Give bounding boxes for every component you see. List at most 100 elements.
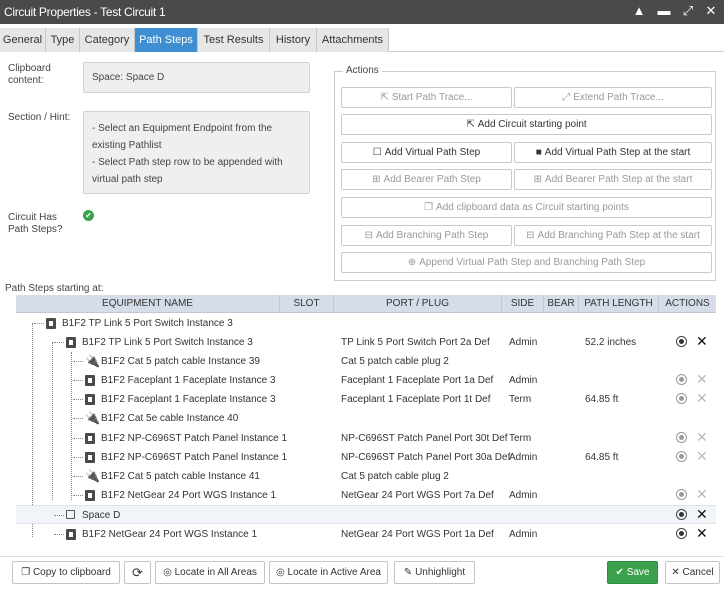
device-icon bbox=[85, 452, 95, 463]
port-cell: Faceplant 1 Faceplate Port 1a Def bbox=[341, 375, 494, 386]
port-cell: NP-C696ST Patch Panel Port 30t Def bbox=[341, 433, 508, 444]
column-slot[interactable]: SLOT bbox=[280, 295, 334, 313]
device-icon bbox=[66, 529, 76, 540]
table-row[interactable]: B1F2 TP Link 5 Port Switch Instance 3 bbox=[16, 314, 716, 333]
column-port-plug[interactable]: PORT / PLUG bbox=[334, 295, 502, 313]
table-row[interactable]: B1F2 Faceplant 1 Faceplate Instance 3 Fac… bbox=[16, 390, 716, 409]
path-steps-label: Path Steps starting at: bbox=[5, 283, 104, 294]
square-outline-icon: ☐ bbox=[372, 147, 382, 158]
check-circle-icon: ✔ bbox=[83, 210, 94, 221]
has-path-steps-label: Circuit Has Path Steps? bbox=[8, 212, 63, 235]
delete-icon[interactable]: ✕ bbox=[696, 526, 708, 541]
tab-test-results[interactable]: Test Results bbox=[198, 28, 270, 52]
add-circuit-starting-point-button[interactable]: ⇱ Add Circuit starting point bbox=[341, 114, 712, 135]
cancel-button[interactable]: ✕ Cancel bbox=[665, 561, 720, 584]
unhighlight-button[interactable]: ✎ Unhighlight bbox=[394, 561, 475, 584]
table-row[interactable]: B1F2 Faceplant 1 Faceplate Instance 3 Fac… bbox=[16, 371, 716, 390]
table-row[interactable]: B1F2 NP-C696ST Patch Panel Instance 1 NP-… bbox=[16, 448, 716, 467]
window-title: Circuit Properties - Test Circuit 1 bbox=[4, 5, 166, 19]
clipboard-icon: ❐ bbox=[424, 202, 434, 213]
equipment-name-cell: B1F2 NetGear 24 Port WGS Instance 1 bbox=[101, 490, 277, 501]
table-row[interactable]: 🔌 B1F2 Cat 5e cable Instance 40 bbox=[16, 409, 716, 428]
table-row[interactable]: 🔌 B1F2 Cat 5 patch cable Instance 39 Cat 5… bbox=[16, 352, 716, 371]
column-side[interactable]: SIDE bbox=[502, 295, 544, 313]
delete-icon[interactable]: ✕ bbox=[696, 487, 708, 502]
table-row[interactable]: B1F2 NetGear 24 Port WGS Instance 1 NetGe… bbox=[16, 525, 716, 544]
locate-icon[interactable] bbox=[676, 336, 687, 347]
column-bearer[interactable]: BEAR bbox=[544, 295, 579, 313]
tab-attachments[interactable]: Attachments bbox=[317, 28, 389, 52]
tree-connector bbox=[73, 438, 83, 439]
close-icon[interactable]: ✕ bbox=[703, 3, 719, 19]
column-path-length[interactable]: PATH LENGTH bbox=[579, 295, 659, 313]
minus-square-icon: ⊟ bbox=[364, 230, 374, 241]
tree-connector bbox=[73, 457, 83, 458]
locate-icon[interactable] bbox=[676, 451, 687, 462]
tab-history[interactable]: History bbox=[270, 28, 317, 52]
device-icon bbox=[85, 433, 95, 444]
clipboard-label: Clipboard content: bbox=[8, 63, 51, 86]
refresh-button[interactable]: ⟳ bbox=[124, 561, 151, 584]
port-cell: NetGear 24 Port WGS Port 7a Def bbox=[341, 490, 494, 501]
refresh-icon: ⟳ bbox=[132, 565, 143, 580]
grid-header: EQUIPMENT NAME SLOT PORT / PLUG SIDE BEA… bbox=[16, 295, 716, 313]
tab-category[interactable]: Category bbox=[80, 28, 135, 52]
plug-icon: 🔌 bbox=[85, 354, 100, 368]
add-branching-path-step-button[interactable]: ⊟ Add Branching Path Step bbox=[341, 225, 512, 246]
port-cell: Faceplant 1 Faceplate Port 1t Def bbox=[341, 394, 491, 405]
maximize-icon[interactable]: ⤢ bbox=[680, 3, 696, 19]
tab-path-steps[interactable]: Path Steps bbox=[135, 28, 198, 52]
delete-icon[interactable]: ✕ bbox=[696, 449, 708, 464]
start-path-trace-button[interactable]: ⇱ Start Path Trace... bbox=[341, 87, 512, 108]
add-virtual-path-step-button[interactable]: ☐ Add Virtual Path Step bbox=[341, 142, 512, 163]
hint-label: Section / Hint: bbox=[8, 112, 71, 123]
locate-icon[interactable] bbox=[676, 432, 687, 443]
add-bearer-path-step-start-button[interactable]: ⊞ Add Bearer Path Step at the start bbox=[514, 169, 712, 190]
tab-type[interactable]: Type bbox=[46, 28, 80, 52]
tree-connector bbox=[34, 323, 44, 324]
locate-icon[interactable] bbox=[676, 489, 687, 500]
delete-icon[interactable]: ✕ bbox=[696, 372, 708, 387]
extend-path-trace-button[interactable]: ⤢ Extend Path Trace... bbox=[514, 87, 712, 108]
tree-connector bbox=[73, 361, 83, 362]
save-button[interactable]: ✔ Save bbox=[607, 561, 658, 584]
path-length-cell: 64.85 ft bbox=[585, 394, 619, 405]
tree-connector bbox=[73, 476, 83, 477]
add-bearer-path-step-button[interactable]: ⊞ Add Bearer Path Step bbox=[341, 169, 512, 190]
locate-icon[interactable] bbox=[676, 393, 687, 404]
minimize-icon[interactable]: ▬ bbox=[656, 3, 672, 18]
collapse-icon[interactable]: ▲ bbox=[631, 3, 647, 18]
add-branching-path-step-start-button[interactable]: ⊟ Add Branching Path Step at the start bbox=[514, 225, 712, 246]
equipment-name-cell: B1F2 Cat 5e cable Instance 40 bbox=[101, 413, 239, 424]
locate-icon[interactable] bbox=[676, 374, 687, 385]
check-icon: ✔ bbox=[615, 567, 627, 578]
delete-icon[interactable]: ✕ bbox=[696, 430, 708, 445]
add-clipboard-data-button[interactable]: ❐ Add clipboard data as Circuit starting … bbox=[341, 197, 712, 218]
tab-general[interactable]: General bbox=[0, 28, 46, 52]
append-virtual-branching-button[interactable]: ⊕ Append Virtual Path Step and Branching … bbox=[341, 252, 712, 273]
copy-to-clipboard-button[interactable]: ❐ Copy to clipboard bbox=[12, 561, 120, 584]
table-row[interactable]: B1F2 TP Link 5 Port Switch Instance 3 TP … bbox=[16, 333, 716, 352]
table-row[interactable]: B1F2 NetGear 24 Port WGS Instance 1 NetGe… bbox=[16, 486, 716, 505]
port-cell: NP-C696ST Patch Panel Port 30a Def bbox=[341, 452, 511, 463]
locate-active-area-button[interactable]: ◎ Locate in Active Area bbox=[269, 561, 388, 584]
clipboard-content-field: Space: Space D bbox=[83, 62, 310, 93]
device-icon bbox=[46, 318, 56, 329]
column-actions[interactable]: ACTIONS bbox=[659, 295, 716, 313]
port-cell: Cat 5 patch cable plug 2 bbox=[341, 356, 449, 367]
column-equipment-name[interactable]: EQUIPMENT NAME bbox=[16, 295, 280, 313]
locate-icon[interactable] bbox=[676, 528, 687, 539]
expand-icon: ⤢ bbox=[562, 92, 571, 103]
side-cell: Term bbox=[509, 394, 532, 405]
table-row[interactable]: B1F2 NP-C696ST Patch Panel Instance 1 NP-… bbox=[16, 429, 716, 448]
delete-icon[interactable]: ✕ bbox=[696, 507, 708, 522]
table-row[interactable]: 🔌 B1F2 Cat 5 patch cable Instance 41 Cat 5… bbox=[16, 467, 716, 486]
delete-icon[interactable]: ✕ bbox=[696, 334, 708, 349]
side-cell: Admin bbox=[509, 452, 538, 463]
locate-all-areas-button[interactable]: ◎ Locate in All Areas bbox=[155, 561, 265, 584]
delete-icon[interactable]: ✕ bbox=[696, 391, 708, 406]
table-row[interactable]: Space D ✕ bbox=[16, 505, 716, 524]
add-virtual-path-step-start-button[interactable]: ■ Add Virtual Path Step at the start bbox=[514, 142, 712, 163]
locate-icon[interactable] bbox=[676, 509, 687, 520]
port-cell: Cat 5 patch cable plug 2 bbox=[341, 471, 449, 482]
